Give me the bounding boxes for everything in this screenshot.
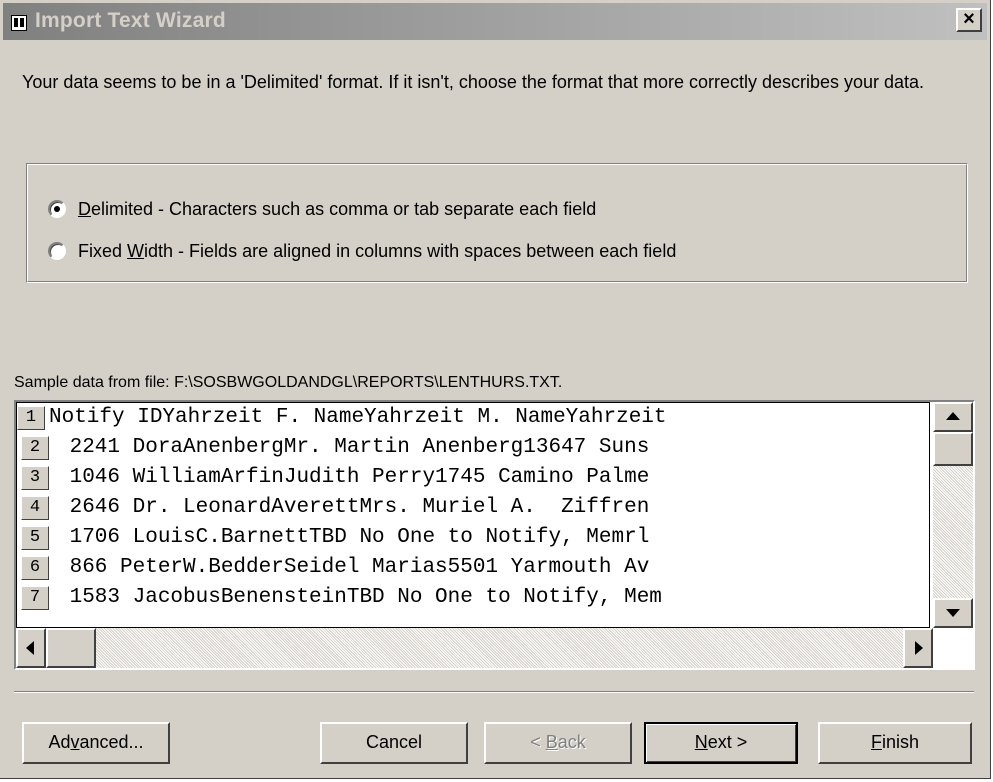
back-label-before: < <box>530 732 546 752</box>
intro-text: Your data seems to be in a 'Delimited' f… <box>22 72 925 92</box>
row-number: 2 <box>21 436 49 460</box>
preview-row: 3 1046 WilliamArfinJudith Perry1745 Cami… <box>17 463 929 493</box>
fixed-width-radio[interactable] <box>48 242 66 260</box>
next-label-after: ext > <box>707 732 748 752</box>
import-text-wizard-dialog: Import Text Wizard × Your data seems to … <box>0 0 991 779</box>
row-number: 1 <box>17 406 45 430</box>
scroll-up-button[interactable] <box>933 402 973 432</box>
preview-row: 2 2241 DoraAnenbergMr. Martin Anenberg13… <box>17 433 929 463</box>
sample-data-label: Sample data from file: F:\SOSBWGOLDANDGL… <box>14 374 563 391</box>
next-accel: N <box>694 732 708 752</box>
scroll-left-arrow-icon <box>26 641 34 655</box>
back-button[interactable]: < Back <box>484 722 632 764</box>
finish-label-after: inish <box>881 732 920 752</box>
advanced-label-after: anced... <box>79 732 144 752</box>
close-button[interactable]: × <box>956 8 982 32</box>
row-number: 7 <box>21 586 49 610</box>
back-label-after: ack <box>557 732 586 752</box>
row-number: 5 <box>21 526 49 550</box>
scroll-up-arrow-icon <box>946 412 960 420</box>
fixed-width-label[interactable]: Fixed Width - Fields are aligned in colu… <box>78 238 676 264</box>
row-number: 4 <box>21 496 49 520</box>
preview-grid[interactable]: 1 Notify IDYahrzeit F. NameYahrzeit M. N… <box>16 402 930 628</box>
finish-button[interactable]: Finish <box>818 722 972 764</box>
finish-accel: F <box>870 732 882 752</box>
row-number: 3 <box>21 466 49 490</box>
window-title: Import Text Wizard <box>35 9 226 32</box>
row-text: 2646 Dr. LeonardAverettMrs. Muriel A. Zi… <box>57 496 650 519</box>
row-text: 1046 WilliamArfinJudith Perry1745 Camino… <box>57 466 650 489</box>
fixed-width-accel: W <box>127 241 145 261</box>
scroll-right-button[interactable] <box>903 628 933 668</box>
row-text: Notify IDYahrzeit F. NameYahrzeit M. Nam… <box>49 406 667 429</box>
title-bar[interactable]: Import Text Wizard × <box>3 3 987 40</box>
vertical-scrollbar[interactable] <box>933 402 973 628</box>
button-separator <box>14 691 974 693</box>
delimited-accel: D <box>78 199 91 219</box>
delimited-label-rest: elimited - Characters such as comma or t… <box>91 199 597 219</box>
horizontal-scrollbar[interactable] <box>16 628 933 668</box>
next-button[interactable]: Next > <box>644 722 798 764</box>
scroll-right-arrow-icon <box>915 641 923 655</box>
advanced-label-before: Ad <box>48 732 71 752</box>
row-text: 2241 DoraAnenbergMr. Martin Anenberg1364… <box>57 436 650 459</box>
cancel-button[interactable]: Cancel <box>320 722 468 764</box>
delimited-label[interactable]: Delimited - Characters such as comma or … <box>78 196 596 222</box>
scroll-left-button[interactable] <box>16 628 46 668</box>
scroll-down-button[interactable] <box>933 598 973 628</box>
sample-data-preview[interactable]: 1 Notify IDYahrzeit F. NameYahrzeit M. N… <box>14 400 975 670</box>
row-text: 866 PeterW.BedderSeidel Marias5501 Yarmo… <box>57 556 650 579</box>
preview-row: 5 1706 LouisC.BarnettTBD No One to Notif… <box>17 523 929 553</box>
advanced-button[interactable]: Advanced... <box>22 722 170 764</box>
preview-row: 7 1583 JacobusBenensteinTBD No One to No… <box>17 583 929 613</box>
app-icon[interactable] <box>11 15 27 31</box>
row-number: 6 <box>21 556 49 580</box>
cancel-label: Cancel <box>365 732 423 752</box>
fixed-width-label-rest: idth - Fields are aligned in columns wit… <box>144 241 677 261</box>
delimited-radio[interactable] <box>48 200 66 218</box>
format-groupbox <box>26 163 968 283</box>
preview-row: 6 866 PeterW.BedderSeidel Marias5501 Yar… <box>17 553 929 583</box>
row-text: 1706 LouisC.BarnettTBD No One to Notify,… <box>57 526 650 549</box>
preview-row: 1 Notify IDYahrzeit F. NameYahrzeit M. N… <box>17 403 929 433</box>
scroll-down-arrow-icon <box>946 609 960 617</box>
vertical-scroll-thumb[interactable] <box>933 432 973 466</box>
fixed-width-label-before: Fixed <box>78 241 128 261</box>
close-icon: × <box>963 8 975 30</box>
row-text: 1583 JacobusBenensteinTBD No One to Noti… <box>57 586 662 609</box>
back-accel: B <box>545 732 558 752</box>
preview-row: 4 2646 Dr. LeonardAverettMrs. Muriel A. … <box>17 493 929 523</box>
horizontal-scroll-thumb[interactable] <box>46 628 96 668</box>
